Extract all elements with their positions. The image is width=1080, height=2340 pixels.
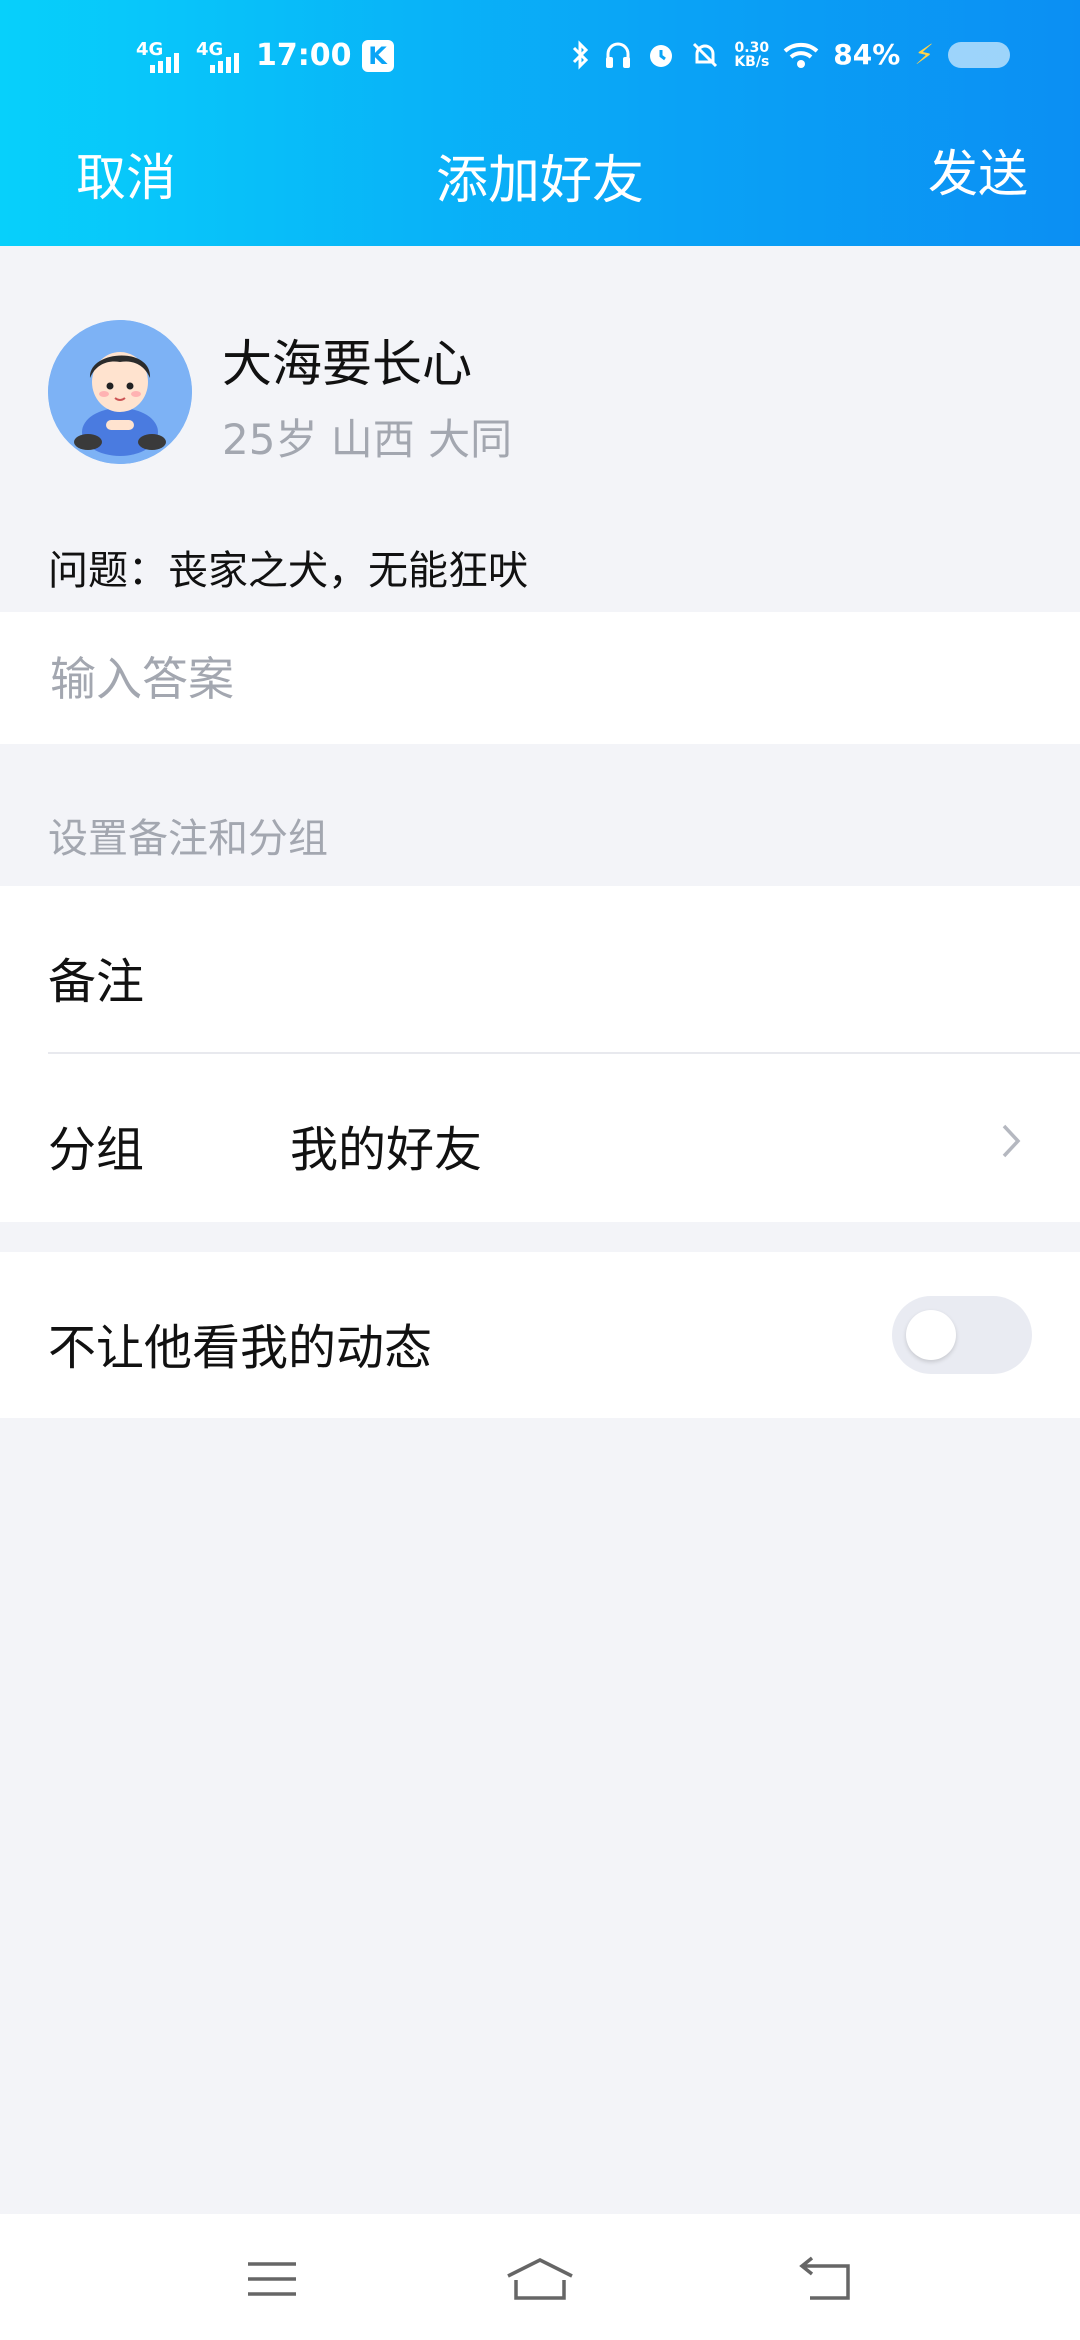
- chevron-right-icon: [1002, 1124, 1021, 1158]
- clock: 17:00: [256, 38, 352, 73]
- verification-question: 问题：丧家之犬，无能狂吠: [48, 548, 528, 594]
- charging-icon: ⚡: [914, 38, 934, 71]
- profile-name: 大海要长心: [222, 335, 472, 393]
- status-bar: 4G 4G 17:00 K 0.30 KB/s 84% ⚡: [0, 30, 1080, 90]
- header-bar: 4G 4G 17:00 K 0.30 KB/s 84% ⚡ 取消 添加好友 发送: [0, 0, 1080, 246]
- home-icon[interactable]: [504, 2254, 576, 2304]
- hide-moments-toggle[interactable]: [892, 1296, 1032, 1374]
- group-row[interactable]: 分组 我的好友: [0, 1054, 1080, 1222]
- network-speed: 0.30 KB/s: [734, 39, 770, 70]
- page-title: 添加好友: [435, 151, 644, 211]
- remark-row[interactable]: 备注: [0, 886, 1080, 1054]
- remark-group-card: 备注 分组 我的好友: [0, 886, 1080, 1222]
- remark-label: 备注: [48, 954, 145, 1010]
- system-nav-bar: [0, 2214, 1080, 2340]
- privacy-card: 不让他看我的动态: [0, 1252, 1080, 1418]
- cellular-signal-icon: 4G: [196, 39, 246, 73]
- send-button[interactable]: 发送: [928, 134, 1028, 206]
- menu-icon[interactable]: [242, 2254, 302, 2304]
- avatar[interactable]: [48, 320, 192, 464]
- alarm-icon: [650, 44, 673, 67]
- profile-card: 大海要长心 25岁 山西 大同 问题：丧家之犬，无能狂吠: [0, 246, 1080, 611]
- group-value: 我的好友: [290, 1122, 483, 1178]
- mute-icon: [693, 42, 718, 67]
- headphones-icon: [606, 42, 631, 68]
- group-label: 分组: [48, 1122, 145, 1178]
- answer-input[interactable]: [48, 612, 1032, 746]
- answer-row: [0, 612, 1080, 746]
- bluetooth-icon: [573, 39, 589, 70]
- weather-icon: [948, 41, 1010, 68]
- hide-moments-label: 不让他看我的动态: [48, 1320, 433, 1376]
- cellular-signal-icon: 4G: [136, 39, 186, 73]
- wifi-icon: [783, 42, 819, 68]
- toggle-knob: [906, 1310, 956, 1360]
- app-notification-icon: K: [361, 39, 394, 72]
- cartoon-boy-icon: [48, 320, 192, 464]
- back-icon[interactable]: [796, 2254, 856, 2304]
- profile-meta: 25岁 山西 大同: [222, 415, 513, 464]
- hide-moments-row: 不让他看我的动态: [0, 1252, 1080, 1420]
- section-label: 设置备注和分组: [48, 816, 328, 862]
- battery-percent: 84%: [833, 38, 901, 71]
